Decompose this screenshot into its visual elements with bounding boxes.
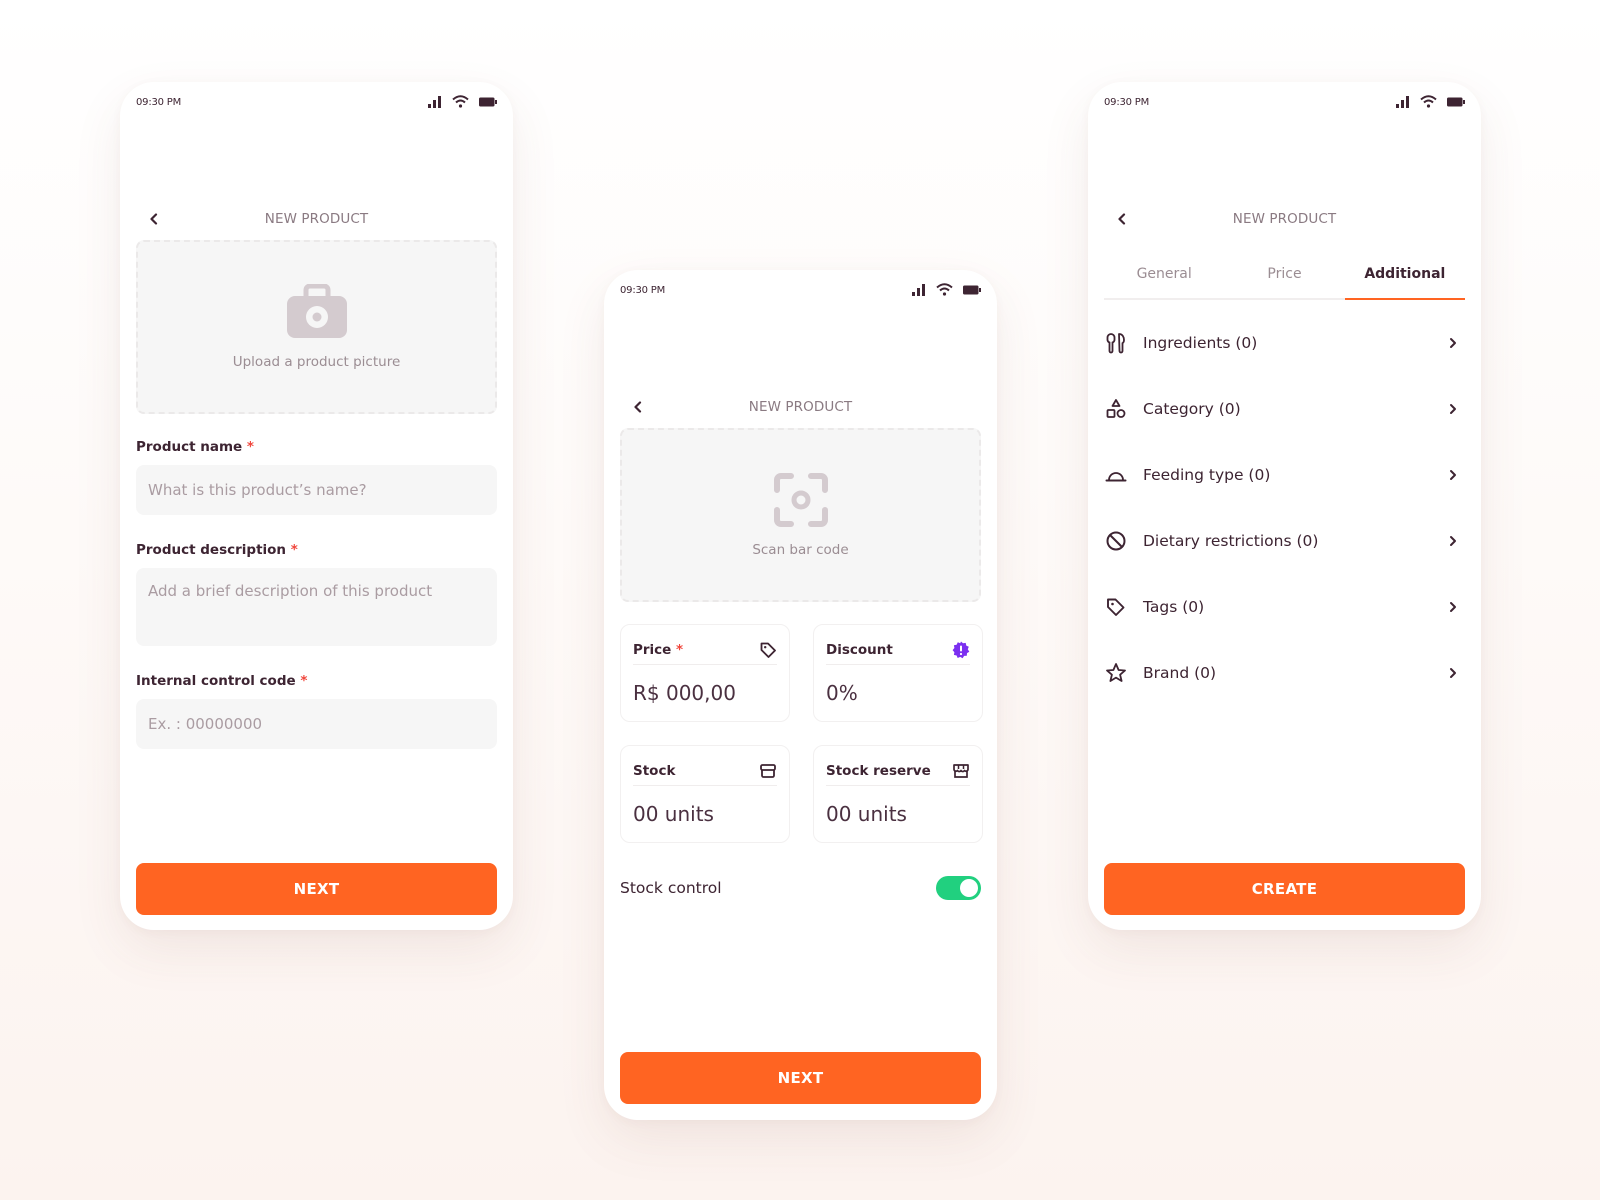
- discount-card[interactable]: Discount 0%: [813, 624, 983, 722]
- star-icon: [1104, 661, 1128, 685]
- chevron-right-icon: [1445, 599, 1461, 615]
- cloche-icon: [1104, 463, 1128, 487]
- menu-item-ingredients[interactable]: Ingredients (0): [1104, 310, 1465, 376]
- required-asterisk: *: [676, 641, 684, 658]
- create-button[interactable]: CREATE: [1104, 863, 1465, 915]
- stock-reserve-card[interactable]: Stock reserve 00 units: [813, 745, 983, 843]
- header: NEW PRODUCT: [604, 395, 997, 419]
- menu-label: Brand (0): [1143, 664, 1217, 682]
- menu-label: Category (0): [1143, 400, 1241, 418]
- scan-icon: [773, 473, 828, 527]
- shapes-icon: [1104, 397, 1128, 421]
- camera-icon: [286, 284, 347, 338]
- menu-label: Tags (0): [1143, 598, 1205, 616]
- prohibited-icon: [1104, 529, 1128, 553]
- stock-card[interactable]: Stock 00 units: [620, 745, 790, 843]
- header: NEW PRODUCT: [120, 207, 513, 231]
- store-icon: [953, 763, 969, 778]
- status-bar: 09:30 PM: [604, 270, 997, 310]
- scan-label: Scan bar code: [752, 542, 849, 558]
- battery-icon: [1447, 97, 1465, 106]
- stock-control-row: Stock control: [620, 876, 981, 900]
- menu-label: Ingredients (0): [1143, 334, 1258, 352]
- tag-icon: [760, 642, 776, 658]
- wifi-icon: [936, 283, 953, 296]
- box-icon: [760, 763, 776, 778]
- internal-control-code-label: Internal control code *: [136, 673, 308, 689]
- signal-icon: [912, 283, 925, 296]
- stock-reserve-title: Stock reserve: [826, 762, 931, 779]
- chevron-right-icon: [1445, 335, 1461, 351]
- battery-icon: [479, 97, 497, 106]
- product-name-label: Product name *: [136, 439, 254, 455]
- price-title: Price: [633, 641, 672, 658]
- menu-item-tags[interactable]: Tags (0): [1104, 574, 1465, 640]
- utensils-icon: [1104, 331, 1128, 355]
- page-title: NEW PRODUCT: [748, 399, 853, 415]
- menu-item-brand[interactable]: Brand (0): [1104, 640, 1465, 706]
- additional-options-list: Ingredients (0) Category (0) Feeding typ…: [1104, 310, 1465, 706]
- menu-label: Dietary restrictions (0): [1143, 532, 1319, 550]
- tab-additional[interactable]: Additional: [1344, 254, 1466, 300]
- stock-reserve-value: 00 units: [826, 802, 907, 826]
- chevron-right-icon: [1445, 401, 1461, 417]
- page-title: NEW PRODUCT: [264, 211, 369, 227]
- next-button[interactable]: NEXT: [136, 863, 497, 915]
- page-title: NEW PRODUCT: [1232, 211, 1337, 227]
- price-card[interactable]: Price * R$ 000,00: [620, 624, 790, 722]
- product-description-input[interactable]: [136, 568, 497, 646]
- status-bar: 09:30 PM: [120, 82, 513, 122]
- chevron-right-icon: [1445, 467, 1461, 483]
- wifi-icon: [1420, 95, 1437, 108]
- upload-picture-area[interactable]: Upload a product picture: [136, 240, 497, 414]
- internal-control-code-input[interactable]: [136, 699, 497, 749]
- stock-title: Stock: [633, 762, 676, 779]
- upload-label: Upload a product picture: [232, 354, 401, 370]
- scan-barcode-area[interactable]: Scan bar code: [620, 428, 981, 602]
- tab-bar: General Price Additional: [1104, 254, 1466, 300]
- status-time: 09:30 PM: [136, 97, 182, 108]
- signal-icon: [1396, 95, 1409, 108]
- tab-price[interactable]: Price: [1224, 254, 1344, 298]
- phone-screen-additional: 09:30 PM NEW PRODUCT General Price Addit…: [1088, 82, 1481, 930]
- phone-screen-general: 09:30 PM NEW PRODUCT General Price Addit…: [120, 82, 513, 930]
- chevron-right-icon: [1445, 665, 1461, 681]
- stock-control-label: Stock control: [620, 879, 722, 897]
- battery-icon: [963, 285, 981, 294]
- menu-item-feeding-type[interactable]: Feeding type (0): [1104, 442, 1465, 508]
- price-value: R$ 000,00: [633, 681, 736, 705]
- required-asterisk: *: [246, 439, 254, 455]
- product-description-label: Product description *: [136, 542, 298, 558]
- menu-label: Feeding type (0): [1143, 466, 1271, 484]
- menu-item-dietary-restrictions[interactable]: Dietary restrictions (0): [1104, 508, 1465, 574]
- signal-icon: [428, 95, 441, 108]
- header: NEW PRODUCT: [1088, 207, 1481, 231]
- phone-screen-price: 09:30 PM NEW PRODUCT General Price Addit…: [604, 270, 997, 1120]
- status-time: 09:30 PM: [620, 285, 666, 296]
- status-bar: 09:30 PM: [1088, 82, 1481, 122]
- next-button[interactable]: NEXT: [620, 1052, 981, 1104]
- tab-general[interactable]: General: [1104, 254, 1224, 298]
- required-asterisk: *: [300, 673, 308, 689]
- chevron-right-icon: [1445, 533, 1461, 549]
- required-asterisk: *: [290, 542, 298, 558]
- discount-title: Discount: [826, 641, 893, 658]
- status-time: 09:30 PM: [1104, 97, 1150, 108]
- stock-control-toggle[interactable]: [936, 876, 981, 900]
- tag-icon: [1104, 595, 1128, 619]
- product-name-input[interactable]: [136, 465, 497, 515]
- wifi-icon: [452, 95, 469, 108]
- menu-item-category[interactable]: Category (0): [1104, 376, 1465, 442]
- alert-badge-icon: [952, 641, 970, 658]
- toggle-knob: [960, 879, 978, 897]
- stock-value: 00 units: [633, 802, 714, 826]
- discount-value: 0%: [826, 681, 858, 705]
